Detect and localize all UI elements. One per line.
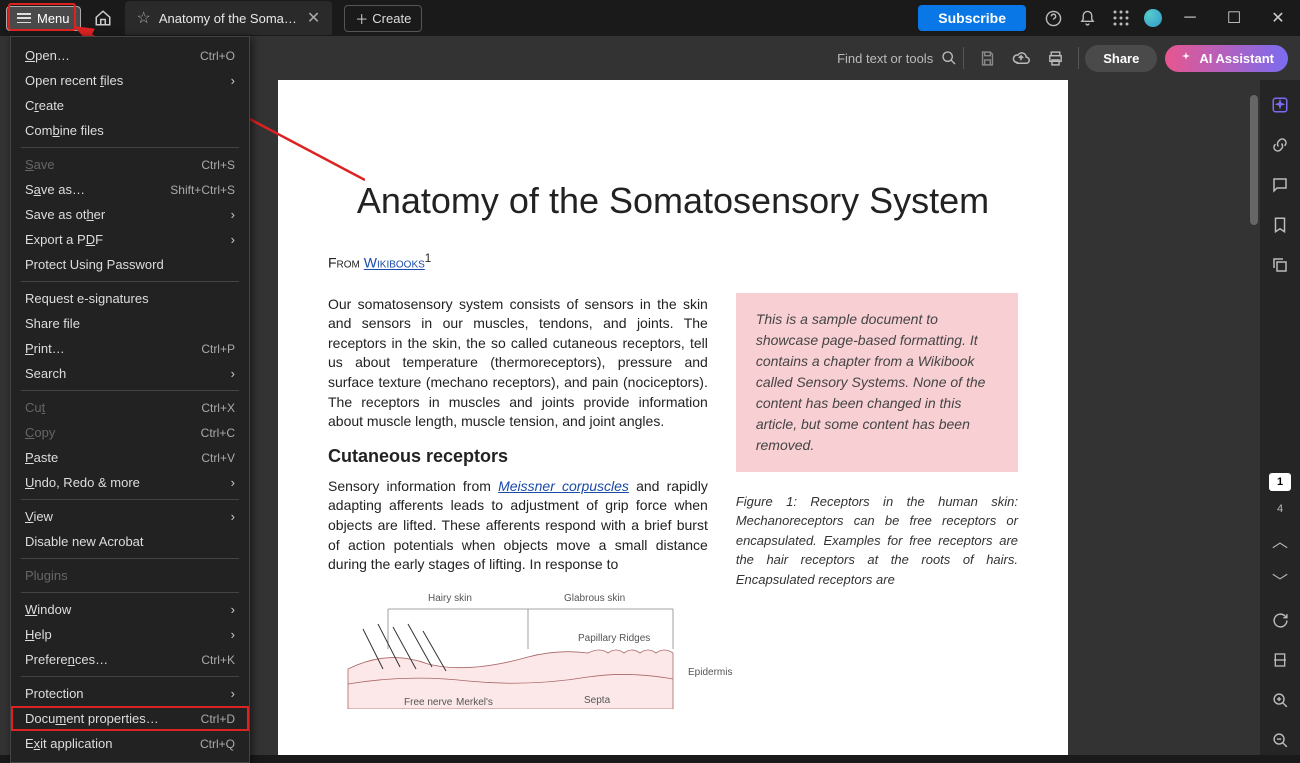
menu-item-document-properties[interactable]: Document properties…Ctrl+D (11, 706, 249, 731)
menu-item-save-as-other[interactable]: Save as other› (11, 202, 249, 227)
menu-item-help[interactable]: Help› (11, 622, 249, 647)
share-button[interactable]: Share (1085, 45, 1157, 72)
maximize-button[interactable]: ☐ (1212, 1, 1256, 35)
caret-down-icon[interactable]: ﹀ (1265, 565, 1295, 595)
link-icon[interactable] (1265, 130, 1295, 160)
menu-item-copy: CopyCtrl+C (11, 420, 249, 445)
titlebar: Menu ☆ Anatomy of the Somato… ✕ ＋ Create… (0, 0, 1300, 36)
rotate-icon[interactable] (1265, 605, 1295, 635)
page-fit-icon[interactable] (1265, 645, 1295, 675)
hamburger-icon (17, 13, 31, 23)
copy-icon[interactable] (1265, 250, 1295, 280)
meissner-link[interactable]: Meissner corpuscles (498, 478, 629, 494)
scroll-thumb[interactable] (1250, 95, 1258, 225)
menu-item-save: SaveCtrl+S (11, 152, 249, 177)
subscribe-button[interactable]: Subscribe (918, 5, 1026, 31)
plus-icon: ＋ (355, 9, 368, 28)
paragraph-2: Sensory information from Meissner corpus… (328, 477, 708, 575)
menu-item-open[interactable]: Open…Ctrl+O (11, 43, 249, 68)
skin-diagram: Hairy skin Glabrous skin Papillary Ridge… (328, 589, 708, 709)
chevron-right-icon: › (231, 509, 235, 524)
close-window-button[interactable]: ✕ (1256, 1, 1300, 35)
zoom-in-icon[interactable] (1265, 685, 1295, 715)
ai-sparkle-icon[interactable] (1265, 90, 1295, 120)
menu-item-paste[interactable]: PasteCtrl+V (11, 445, 249, 470)
chevron-right-icon: › (231, 602, 235, 617)
profile-icon[interactable] (1144, 9, 1162, 27)
menu-item-export-a-pdf[interactable]: Export a PDF› (11, 227, 249, 252)
comment-icon[interactable] (1265, 170, 1295, 200)
bell-icon[interactable] (1070, 1, 1104, 35)
close-tab-icon[interactable]: ✕ (307, 8, 320, 28)
page-title: Anatomy of the Somatosensory System (328, 180, 1018, 222)
chevron-right-icon: › (231, 207, 235, 222)
menu-item-protection[interactable]: Protection› (11, 681, 249, 706)
cloud-upload-icon[interactable] (1004, 41, 1038, 75)
menu-item-create[interactable]: Create (11, 93, 249, 118)
menu-item-undo-redo-more[interactable]: Undo, Redo & more› (11, 470, 249, 495)
page-total: 4 (1277, 503, 1283, 515)
create-button[interactable]: ＋ Create (344, 5, 422, 32)
menu-item-save-as[interactable]: Save as…Shift+Ctrl+S (11, 177, 249, 202)
menu-item-combine-files[interactable]: Combine files (11, 118, 249, 143)
right-rail: 1 4 ︿ ﹀ (1260, 80, 1300, 755)
wikibooks-link[interactable]: Wikibooks (364, 255, 425, 271)
minimize-button[interactable]: ─ (1168, 1, 1212, 35)
apps-grid-icon[interactable] (1104, 1, 1138, 35)
zoom-out-icon[interactable] (1265, 725, 1295, 755)
find-tools[interactable]: Find text or tools (837, 50, 957, 66)
subheading: Cutaneous receptors (328, 446, 708, 467)
save-icon[interactable] (970, 41, 1004, 75)
menu-item-preferences[interactable]: Preferences…Ctrl+K (11, 647, 249, 672)
menu-item-open-recent-files[interactable]: Open recent files› (11, 68, 249, 93)
chevron-right-icon: › (231, 73, 235, 88)
ai-assistant-button[interactable]: AI Assistant (1165, 45, 1288, 72)
home-button[interactable] (89, 4, 117, 32)
tab-title: Anatomy of the Somato… (159, 11, 299, 26)
caret-up-icon[interactable]: ︿ (1265, 525, 1295, 555)
callout-box: This is a sample document to showcase pa… (736, 293, 1018, 472)
menu-item-request-e-signatures[interactable]: Request e-signatures (11, 286, 249, 311)
document-tab[interactable]: ☆ Anatomy of the Somato… ✕ (125, 1, 333, 35)
menu-item-exit-application[interactable]: Exit applicationCtrl+Q (11, 731, 249, 756)
menu-item-plugins: Plugins (11, 563, 249, 588)
sparkle-icon (1179, 51, 1193, 65)
chevron-right-icon: › (231, 686, 235, 701)
document-page: Anatomy of the Somatosensory System From… (278, 80, 1068, 755)
menu-item-disable-new-acrobat[interactable]: Disable new Acrobat (11, 529, 249, 554)
menu-button[interactable]: Menu (6, 6, 81, 31)
paragraph-intro: Our somatosensory system consists of sen… (328, 295, 708, 432)
menu-item-view[interactable]: View› (11, 504, 249, 529)
chevron-right-icon: › (231, 475, 235, 490)
vertical-scrollbar[interactable] (1248, 85, 1260, 755)
menu-item-search[interactable]: Search› (11, 361, 249, 386)
star-icon[interactable]: ☆ (137, 8, 151, 28)
search-icon (941, 50, 957, 66)
page-indicator[interactable]: 1 (1269, 473, 1291, 491)
figure-caption: Figure 1: Receptors in the human skin: M… (736, 492, 1018, 590)
from-line: From Wikibooks1 (328, 252, 1018, 271)
menu-item-cut: CutCtrl+X (11, 395, 249, 420)
window-controls: ─ ☐ ✕ (1168, 1, 1300, 35)
bookmark-icon[interactable] (1265, 210, 1295, 240)
chevron-right-icon: › (231, 627, 235, 642)
menu-item-protect-using-password[interactable]: Protect Using Password (11, 252, 249, 277)
chevron-right-icon: › (231, 366, 235, 381)
main-menu-dropdown: Open…Ctrl+OOpen recent files›CreateCombi… (10, 36, 250, 763)
print-icon[interactable] (1038, 41, 1072, 75)
menu-item-share-file[interactable]: Share file (11, 311, 249, 336)
menu-item-window[interactable]: Window› (11, 597, 249, 622)
menu-item-print[interactable]: Print…Ctrl+P (11, 336, 249, 361)
help-icon[interactable] (1036, 1, 1070, 35)
menu-label: Menu (37, 11, 70, 26)
chevron-right-icon: › (231, 232, 235, 247)
